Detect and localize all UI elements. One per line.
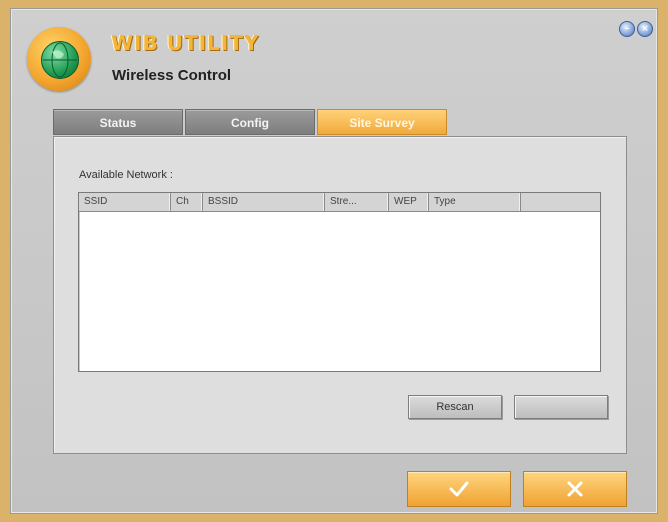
ok-button[interactable] bbox=[407, 471, 511, 507]
app-logo bbox=[27, 27, 91, 91]
globe-icon bbox=[41, 41, 79, 79]
x-icon bbox=[567, 481, 583, 497]
network-list[interactable]: SSID Ch BSSID Stre... WEP Type bbox=[78, 192, 601, 372]
outer-frame: WIB UTILITY Wireless Control – × Status … bbox=[0, 0, 668, 522]
tab-config[interactable]: Config bbox=[185, 109, 315, 135]
close-button[interactable]: × bbox=[637, 21, 653, 37]
rescan-button[interactable]: Rescan bbox=[408, 395, 502, 419]
network-list-header: SSID Ch BSSID Stre... WEP Type bbox=[79, 193, 600, 212]
column-wep[interactable]: WEP bbox=[389, 193, 429, 211]
minimize-icon: – bbox=[624, 24, 630, 34]
column-bssid[interactable]: BSSID bbox=[203, 193, 325, 211]
available-network-label: Available Network : bbox=[79, 169, 173, 181]
site-survey-panel: Available Network : SSID Ch BSSID Stre..… bbox=[53, 136, 627, 454]
column-ssid[interactable]: SSID bbox=[79, 193, 171, 211]
utility-window: WIB UTILITY Wireless Control – × Status … bbox=[10, 8, 658, 514]
minimize-button[interactable]: – bbox=[619, 21, 635, 37]
tab-site-survey[interactable]: Site Survey bbox=[317, 109, 447, 135]
cancel-button[interactable] bbox=[523, 471, 627, 507]
close-icon: × bbox=[641, 24, 649, 34]
column-type[interactable]: Type bbox=[429, 193, 521, 211]
app-title: WIB UTILITY bbox=[111, 31, 260, 55]
tab-status[interactable]: Status bbox=[53, 109, 183, 135]
connect-button[interactable]: ... bbox=[514, 395, 608, 419]
title-bar: WIB UTILITY Wireless Control – × bbox=[11, 9, 657, 109]
column-channel[interactable]: Ch bbox=[171, 193, 203, 211]
app-subtitle: Wireless Control bbox=[112, 67, 232, 84]
checkmark-icon bbox=[449, 481, 469, 497]
column-strength[interactable]: Stre... bbox=[325, 193, 389, 211]
